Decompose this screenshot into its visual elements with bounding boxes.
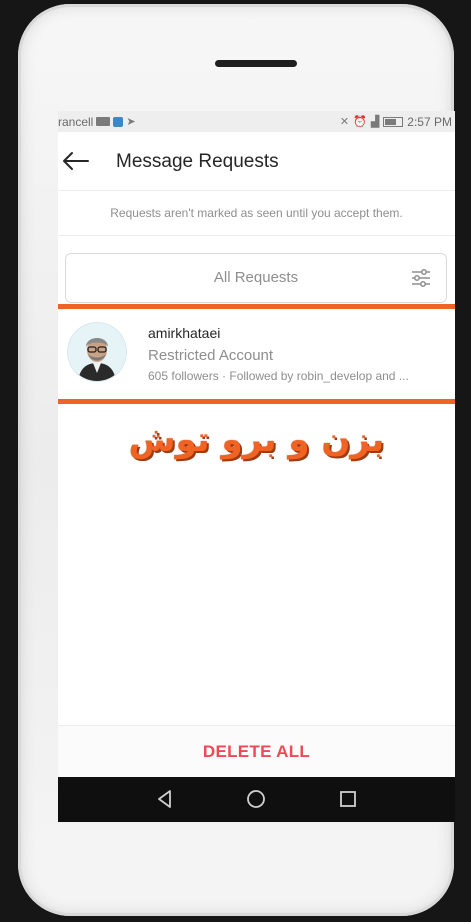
page-title: Message Requests: [116, 151, 279, 172]
status-bar: rancell ➤ ✕ ⏰ ▟ 2:57 PM: [58, 111, 455, 132]
app-notification-icon: [113, 116, 124, 127]
request-followers: 605 followers · Followed by robin_develo…: [148, 369, 409, 383]
android-nav-bar: [58, 777, 455, 822]
telegram-icon: ➤: [126, 116, 136, 128]
highlight-border-bottom: [58, 399, 455, 404]
footer-bar: DELETE ALL: [58, 725, 455, 778]
status-right: ✕ ⏰ ▟ 2:57 PM: [340, 115, 455, 129]
screen: rancell ➤ ✕ ⏰ ▟ 2:57 PM Message Requests…: [58, 111, 455, 822]
app-bar: Message Requests: [58, 132, 455, 191]
requests-notice: Requests aren't marked as seen until you…: [58, 191, 455, 236]
phone-frame: rancell ➤ ✕ ⏰ ▟ 2:57 PM Message Requests…: [18, 4, 455, 916]
filter-sliders-icon[interactable]: [410, 267, 432, 289]
status-time: 2:57 PM: [407, 114, 452, 129]
back-arrow-icon[interactable]: [60, 149, 90, 173]
signal-icon: ▟: [370, 116, 380, 128]
nav-home-icon[interactable]: [245, 788, 267, 810]
avatar[interactable]: [68, 323, 126, 381]
message-request-row[interactable]: amirkhataei Restricted Account 605 follo…: [58, 309, 455, 401]
alarm-icon: ⏰: [353, 116, 367, 128]
notification-icon: [96, 117, 111, 126]
mute-icon: ✕: [339, 116, 350, 128]
carrier-name: rancell: [58, 114, 94, 129]
overlay-caption: بزن و برو توش: [128, 420, 385, 460]
earpiece-speaker: [215, 60, 297, 67]
filter-dropdown[interactable]: All Requests: [65, 253, 447, 303]
nav-recents-icon[interactable]: [337, 788, 359, 810]
request-username: amirkhataei: [148, 325, 221, 341]
battery-icon: [383, 116, 404, 127]
status-left: rancell ➤: [58, 115, 136, 129]
profile-photo-icon: [68, 323, 126, 381]
filter-label: All Requests: [213, 269, 299, 286]
request-subtitle: Restricted Account: [148, 347, 274, 364]
nav-back-icon[interactable]: [154, 788, 176, 810]
delete-all-button[interactable]: DELETE ALL: [203, 742, 310, 762]
